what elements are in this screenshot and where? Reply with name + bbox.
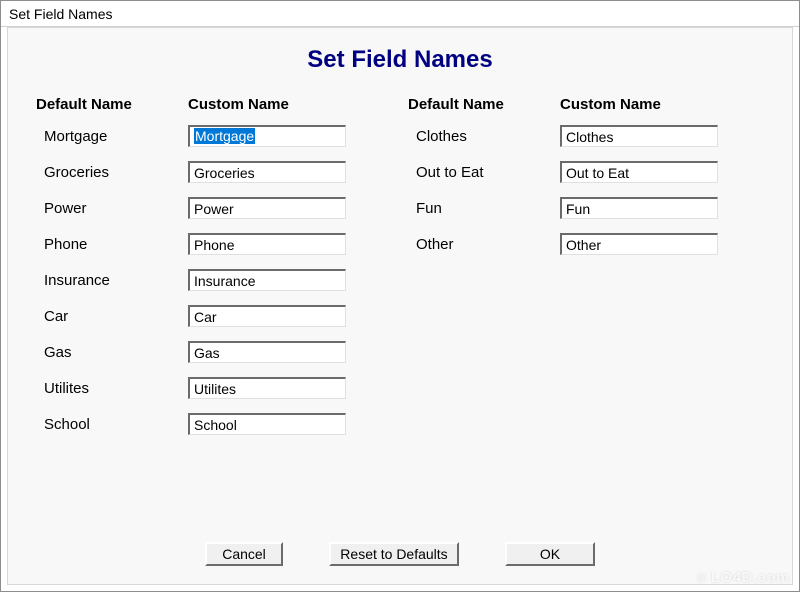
field-row: Power — [36, 195, 348, 221]
custom-name-input[interactable] — [560, 197, 718, 219]
reset-to-defaults-button[interactable]: Reset to Defaults — [329, 542, 459, 566]
dialog-heading: Set Field Names — [32, 46, 768, 74]
window-title: Set Field Names — [9, 6, 112, 22]
left-column-headers: Default Name Custom Name — [36, 96, 348, 113]
custom-name-input[interactable] — [188, 377, 346, 399]
field-columns: Default Name Custom Name MortgageMortgag… — [32, 96, 768, 447]
header-default-name-right: Default Name — [408, 96, 560, 113]
field-row: Utilites — [36, 375, 348, 401]
field-row: Car — [36, 303, 348, 329]
field-row: Clothes — [408, 123, 720, 149]
field-row: School — [36, 411, 348, 437]
dialog-window: Set Field Names Set Field Names Default … — [0, 0, 800, 592]
default-name-label: Phone — [36, 236, 188, 253]
field-row: Other — [408, 231, 720, 257]
right-column: Default Name Custom Name Clothes Out to E… — [408, 96, 720, 447]
dialog-body: Set Field Names Default Name Custom Name… — [7, 27, 793, 585]
custom-name-input[interactable] — [188, 197, 346, 219]
default-name-label: Car — [36, 308, 188, 325]
field-row: Gas — [36, 339, 348, 365]
default-name-label: Gas — [36, 344, 188, 361]
custom-name-input[interactable] — [188, 161, 346, 183]
custom-name-input[interactable] — [188, 233, 346, 255]
field-row: Insurance — [36, 267, 348, 293]
field-row: Groceries — [36, 159, 348, 185]
default-name-label: Utilites — [36, 380, 188, 397]
right-column-headers: Default Name Custom Name — [408, 96, 720, 113]
custom-name-input[interactable] — [188, 305, 346, 327]
default-name-label: Power — [36, 200, 188, 217]
left-column: Default Name Custom Name MortgageMortgag… — [36, 96, 348, 447]
custom-name-input[interactable] — [560, 125, 718, 147]
default-name-label: Other — [408, 236, 560, 253]
custom-name-input[interactable] — [188, 341, 346, 363]
field-row: MortgageMortgage — [36, 123, 348, 149]
button-row: Cancel Reset to Defaults OK — [8, 542, 792, 566]
default-name-label: School — [36, 416, 188, 433]
default-name-label: Fun — [408, 200, 560, 217]
default-name-label: Out to Eat — [408, 164, 560, 181]
default-name-label: Insurance — [36, 272, 188, 289]
default-name-label: Clothes — [408, 128, 560, 145]
cancel-button[interactable]: Cancel — [205, 542, 283, 566]
custom-name-input[interactable] — [560, 161, 718, 183]
header-default-name-left: Default Name — [36, 96, 188, 113]
custom-name-input[interactable] — [188, 413, 346, 435]
custom-name-input[interactable] — [560, 233, 718, 255]
field-row: Phone — [36, 231, 348, 257]
field-row: Out to Eat — [408, 159, 720, 185]
header-custom-name-right: Custom Name — [560, 96, 720, 113]
default-name-label: Mortgage — [36, 128, 188, 145]
custom-name-input[interactable] — [188, 269, 346, 291]
default-name-label: Groceries — [36, 164, 188, 181]
titlebar: Set Field Names — [1, 1, 799, 27]
field-row: Fun — [408, 195, 720, 221]
ok-button[interactable]: OK — [505, 542, 595, 566]
custom-name-input[interactable]: Mortgage — [188, 125, 346, 147]
header-custom-name-left: Custom Name — [188, 96, 348, 113]
